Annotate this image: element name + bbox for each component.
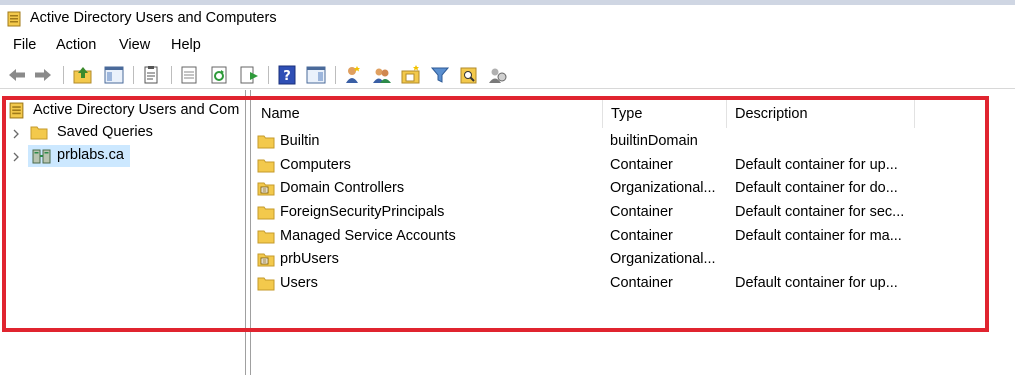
up-folder-icon[interactable] xyxy=(72,64,94,86)
cell-description: Default container for sec... xyxy=(735,204,905,220)
title-bar: Active Directory Users and Computers xyxy=(0,5,1015,33)
cell-name: Domain Controllers xyxy=(280,180,405,196)
tree-item-saved-queries[interactable]: Saved Queries xyxy=(0,122,246,144)
clipboard-icon[interactable] xyxy=(140,64,162,86)
cell-description: Default container for up... xyxy=(735,275,898,291)
details-list: Name Type Description Builtin builtinDom… xyxy=(251,90,1015,375)
toolbar: ? xyxy=(0,61,1015,89)
console-tree: Active Directory Users and Com Saved Que… xyxy=(0,90,246,375)
find-icon[interactable] xyxy=(458,64,480,86)
tree-item-domain[interactable]: prblabs.ca xyxy=(0,145,246,167)
new-user-icon[interactable] xyxy=(342,64,364,86)
toolbar-separator xyxy=(268,66,269,84)
cell-name: Managed Service Accounts xyxy=(280,228,456,244)
active-directory-app-icon xyxy=(9,102,24,119)
menu-view[interactable]: View xyxy=(119,37,150,53)
column-divider[interactable] xyxy=(726,98,727,128)
table-row[interactable]: Computers Container Default container fo… xyxy=(251,154,1015,178)
folder-icon xyxy=(257,159,275,173)
cell-description: Default container for up... xyxy=(735,157,898,173)
tree-item-label: Saved Queries xyxy=(57,124,153,140)
domain-icon xyxy=(32,149,51,164)
cell-name: prbUsers xyxy=(280,251,339,267)
cell-type: Container xyxy=(610,204,673,220)
help-icon[interactable]: ? xyxy=(276,64,298,86)
chevron-right-icon[interactable] xyxy=(11,129,21,139)
show-console-tree-icon[interactable] xyxy=(103,64,125,86)
menu-action[interactable]: Action xyxy=(56,37,96,53)
forward-icon[interactable] xyxy=(32,64,54,86)
cell-type: Container xyxy=(610,275,673,291)
cell-name: Users xyxy=(280,275,318,291)
toolbar-separator xyxy=(171,66,172,84)
table-row[interactable]: Users Container Default container for up… xyxy=(251,272,1015,296)
cell-type: Container xyxy=(610,228,673,244)
folder-icon xyxy=(30,126,48,140)
menu-file[interactable]: File xyxy=(13,37,36,53)
cell-type: Container xyxy=(610,157,673,173)
ou-icon xyxy=(257,182,275,196)
export-list-icon[interactable] xyxy=(238,64,260,86)
table-row[interactable]: Domain Controllers Organizational... Def… xyxy=(251,177,1015,201)
refresh-icon[interactable] xyxy=(208,64,230,86)
cell-name: Builtin xyxy=(280,133,320,149)
menu-help[interactable]: Help xyxy=(171,37,201,53)
folder-icon xyxy=(257,206,275,220)
folder-icon xyxy=(257,277,275,291)
cell-type: Organizational... xyxy=(610,180,716,196)
filter-icon[interactable] xyxy=(429,64,451,86)
cell-name: Computers xyxy=(280,157,351,173)
tree-item-label: prblabs.ca xyxy=(57,147,124,163)
table-row[interactable]: Builtin builtinDomain xyxy=(251,130,1015,154)
table-row[interactable]: Managed Service Accounts Container Defau… xyxy=(251,225,1015,249)
toolbar-separator xyxy=(335,66,336,84)
show-action-pane-icon[interactable] xyxy=(305,64,327,86)
folder-icon xyxy=(257,230,275,244)
cell-description: Default container for ma... xyxy=(735,228,902,244)
ou-icon xyxy=(257,253,275,267)
active-directory-app-icon xyxy=(7,11,21,27)
delegate-control-icon[interactable] xyxy=(487,64,509,86)
new-ou-icon[interactable] xyxy=(400,64,422,86)
svg-text:?: ? xyxy=(283,69,291,84)
cell-description: Default container for do... xyxy=(735,180,898,196)
column-divider[interactable] xyxy=(602,98,603,128)
folder-icon xyxy=(257,135,275,149)
chevron-right-icon[interactable] xyxy=(11,152,21,162)
table-row[interactable]: prbUsers Organizational... xyxy=(251,248,1015,272)
back-icon[interactable] xyxy=(6,64,28,86)
tree-root-label: Active Directory Users and Com xyxy=(33,102,240,118)
column-divider[interactable] xyxy=(914,98,915,128)
toolbar-separator xyxy=(63,66,64,84)
menu-bar: File Action View Help xyxy=(0,34,1015,58)
toolbar-separator xyxy=(133,66,134,84)
tree-root-node[interactable]: Active Directory Users and Com xyxy=(0,100,246,122)
cell-name: ForeignSecurityPrincipals xyxy=(280,204,445,220)
cell-type: builtinDomain xyxy=(610,133,698,149)
new-group-icon[interactable] xyxy=(371,64,393,86)
properties-icon[interactable] xyxy=(178,64,200,86)
cell-type: Organizational... xyxy=(610,251,716,267)
window-title: Active Directory Users and Computers xyxy=(30,10,277,26)
table-row[interactable]: ForeignSecurityPrincipals Container Defa… xyxy=(251,201,1015,225)
